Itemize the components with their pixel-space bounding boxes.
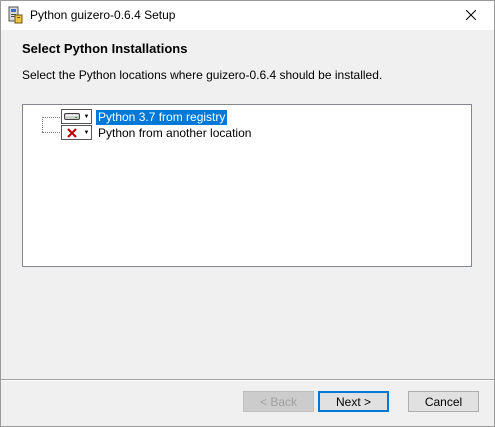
tree-connector-horizontal <box>42 117 62 118</box>
close-icon <box>465 9 477 23</box>
feature-state-dropdown-registry[interactable]: ▼ <box>61 109 92 124</box>
dialog-body: Select Python Installations Select the P… <box>1 30 494 379</box>
page-description: Select the Python locations where guizer… <box>22 68 383 82</box>
close-button[interactable] <box>448 1 494 30</box>
button-bar: < Back Next > Cancel <box>1 381 494 426</box>
window-title: Python guizero-0.6.4 Setup <box>30 8 176 22</box>
chevron-down-icon: ▼ <box>83 113 90 120</box>
cancel-button[interactable]: Cancel <box>408 391 479 412</box>
chevron-down-icon: ▼ <box>83 129 90 136</box>
tree-item-other-location[interactable]: Python from another location <box>96 126 253 141</box>
tree-item-registry[interactable]: Python 3.7 from registry <box>96 110 228 125</box>
tree-connector-horizontal <box>42 132 62 133</box>
next-button[interactable]: Next > <box>318 391 389 412</box>
drive-icon <box>62 110 82 123</box>
back-button[interactable]: < Back <box>243 391 314 412</box>
page-title: Select Python Installations <box>22 41 188 56</box>
feature-state-dropdown-other-location[interactable]: ▼ <box>61 125 92 140</box>
tree-connector-vertical <box>42 117 43 132</box>
python-installations-tree[interactable]: ▼ Python 3.7 from registry ▼ Python from… <box>22 104 472 267</box>
title-bar[interactable]: Python guizero-0.6.4 Setup <box>1 1 494 30</box>
setup-window: Python guizero-0.6.4 Setup Select Python… <box>0 0 495 427</box>
red-x-icon <box>62 126 82 139</box>
installer-icon <box>7 6 23 24</box>
